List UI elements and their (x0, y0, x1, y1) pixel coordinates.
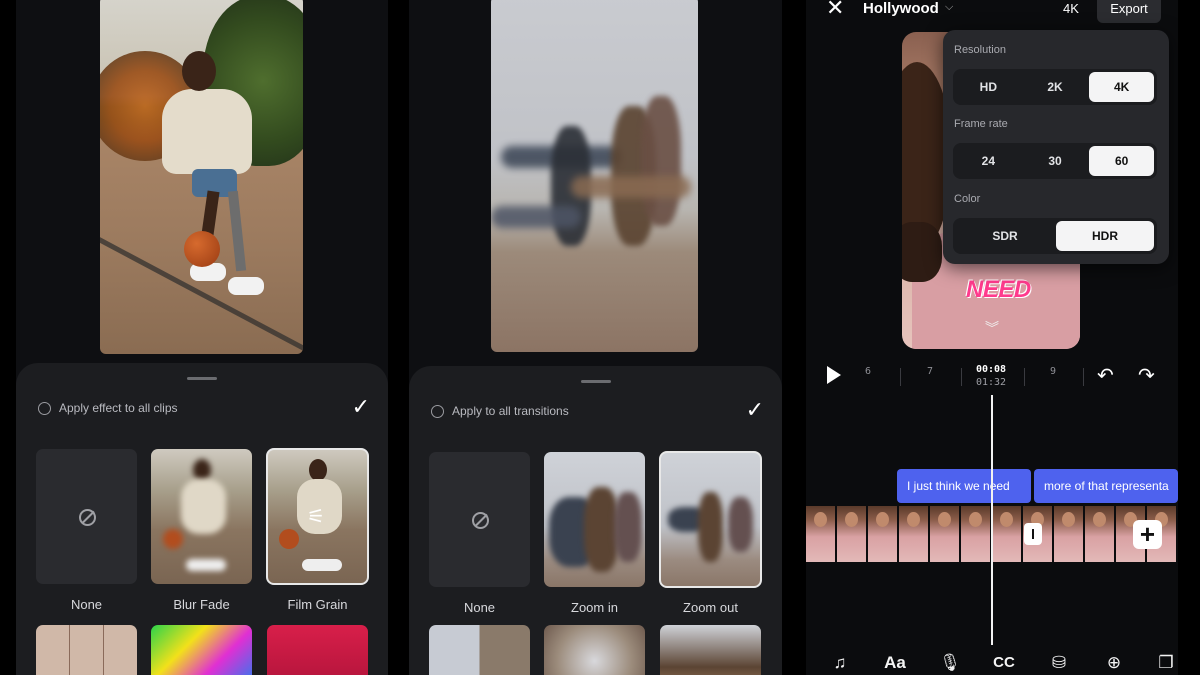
effect-tile-none[interactable] (36, 449, 137, 584)
play-icon[interactable] (827, 366, 841, 384)
effects-phone-screen: Apply effect to all clips ✓ None Blur Fa… (16, 0, 388, 675)
color-label: Color (954, 193, 981, 205)
checkmark-icon[interactable]: ✓ (746, 399, 764, 421)
filters-icon[interactable]: ⛁ (1047, 651, 1071, 675)
adjust-icon[interactable]: ⊕ (1102, 651, 1126, 675)
resolution-option-4k[interactable]: 4K (1089, 72, 1155, 102)
preview-basketball-player-image (100, 0, 303, 354)
captions-icon[interactable]: CC (992, 651, 1016, 675)
export-settings-popover: Resolution HD 2K 4K Frame rate 24 30 60 … (943, 30, 1169, 264)
transition-label-zoom-out: Zoom out (683, 600, 738, 615)
music-icon[interactable]: ♫ (828, 651, 852, 675)
resolution-label: Resolution (954, 44, 1006, 56)
effect-tile-film-grain[interactable]: ⚟ (266, 448, 369, 585)
timecode: 00:08 01:32 (968, 363, 1014, 389)
editor-top-bar: ✕ Hollywood ⌵ 4K Export (806, 0, 1178, 23)
transitions-phone-screen: Apply to all transitions ✓ None Zoom in … (409, 0, 782, 675)
resolution-segmented-control: HD 2K 4K (953, 69, 1157, 105)
add-clip-button[interactable]: + (1133, 520, 1162, 549)
frame-rate-label: Frame rate (954, 118, 1008, 130)
frame-rate-segmented-control: 24 30 60 (953, 143, 1157, 179)
none-icon (471, 511, 489, 529)
timeline-tick: 7 (927, 366, 934, 377)
editor-toolbar: ♫ Aa 🎙 CC ⛁ ⊕ ❐ (806, 651, 1178, 675)
chevron-down-icon[interactable]: ⌵ (945, 1, 953, 14)
frame-rate-option-60[interactable]: 60 (1089, 146, 1155, 176)
editor-phone-screen: ✕ Hollywood ⌵ 4K Export NEED ︾ Resolutio… (806, 0, 1178, 675)
effect-label-blur-fade: Blur Fade (173, 597, 230, 612)
radio-icon[interactable] (431, 404, 444, 418)
total-time: 01:32 (975, 377, 1007, 388)
caption-clip[interactable]: more of that representa (1034, 469, 1178, 503)
none-icon (78, 508, 96, 526)
overlay-icon[interactable]: ❐ (1154, 651, 1178, 675)
redo-icon[interactable]: ↷ (1138, 363, 1155, 388)
sticker-text[interactable]: NEED (966, 276, 1031, 304)
preview-motion-blur-image (491, 0, 698, 352)
text-icon[interactable]: Aa (883, 651, 907, 675)
apply-effect-all-toggle[interactable]: Apply effect to all clips (38, 401, 178, 415)
effect-tile-grid[interactable] (36, 625, 137, 675)
color-segmented-control: SDR HDR (953, 218, 1157, 254)
transition-tile-slide[interactable] (429, 625, 530, 675)
adjust-sliders-icon[interactable]: ⚟ (307, 504, 325, 529)
undo-icon[interactable]: ↶ (1097, 363, 1114, 388)
transition-label-none: None (463, 600, 496, 615)
effect-label-film-grain: Film Grain (287, 597, 348, 612)
sheet-grabber[interactable] (580, 380, 611, 383)
frame-rate-option-30[interactable]: 30 (1023, 146, 1088, 176)
resolution-option-2k[interactable]: 2K (1023, 72, 1088, 102)
frame-rate-option-24[interactable]: 24 (956, 146, 1021, 176)
apply-transitions-all-toggle[interactable]: Apply to all transitions (431, 404, 569, 418)
transition-label-zoom-in: Zoom in (571, 600, 618, 615)
transition-tile-zoom-out[interactable] (659, 451, 762, 588)
radio-icon[interactable] (38, 401, 51, 415)
chevron-down-icon[interactable]: ︾ (985, 318, 999, 338)
project-title[interactable]: Hollywood (863, 0, 939, 17)
current-time: 00:08 (975, 364, 1007, 375)
sheet-grabber[interactable] (187, 377, 217, 380)
caption-clip[interactable]: I just think we need (897, 469, 1031, 503)
color-option-hdr[interactable]: HDR (1056, 221, 1154, 251)
playhead[interactable] (991, 395, 993, 645)
effect-label-none: None (70, 597, 103, 612)
close-icon[interactable]: ✕ (826, 0, 844, 19)
apply-transitions-label: Apply to all transitions (452, 404, 569, 418)
transition-tile-spin[interactable] (544, 625, 645, 675)
playback-bar: 6 7 00:08 01:32 9 ↶ ↷ (806, 360, 1178, 396)
transition-tile-none[interactable] (429, 452, 530, 587)
apply-effect-label: Apply effect to all clips (59, 401, 178, 415)
export-button[interactable]: Export (1097, 0, 1161, 23)
clip-split-handle[interactable] (1024, 523, 1042, 545)
checkmark-icon[interactable]: ✓ (352, 396, 370, 418)
resolution-badge[interactable]: 4K (1063, 1, 1079, 16)
transition-tile-swipe[interactable] (660, 625, 761, 675)
effect-tile-blur-fade[interactable] (151, 449, 252, 584)
effect-tile-red-tint[interactable] (267, 625, 368, 675)
resolution-option-hd[interactable]: HD (956, 72, 1021, 102)
transition-tile-zoom-in[interactable] (544, 452, 645, 587)
timeline-tick: 9 (1050, 366, 1057, 377)
effect-tile-psychedelic[interactable] (151, 625, 252, 675)
timeline-tick: 6 (865, 366, 872, 377)
color-option-sdr[interactable]: SDR (956, 221, 1054, 251)
microphone-icon[interactable]: 🎙 (938, 651, 962, 675)
